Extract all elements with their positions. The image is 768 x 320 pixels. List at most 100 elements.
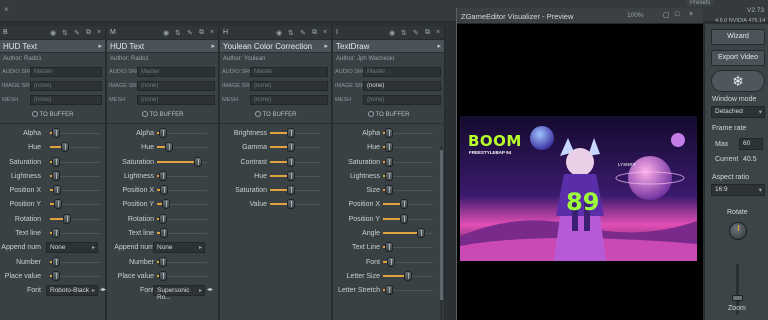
slider-handle[interactable] [159,270,167,281]
preview-zoom[interactable]: 100% [627,12,644,19]
close-icon[interactable]: × [689,11,693,18]
restore-icon[interactable]: ▢ [663,11,670,19]
image-src-select[interactable]: (none) [137,81,215,91]
slider-handle[interactable] [385,170,393,181]
zoom-slider-handle[interactable] [732,295,743,301]
channel-letter[interactable]: H [223,29,228,36]
slider-handle[interactable] [53,185,61,196]
clone-icon[interactable]: ⧉ [199,29,204,37]
slider-handle[interactable] [400,213,408,224]
slider-handle[interactable] [385,185,393,196]
wrench-icon[interactable]: ✎ [413,29,419,37]
preview-titlebar[interactable]: ZGameEditor Visualizer - Preview 100% ▢ … [457,8,703,24]
mesh-select[interactable]: (none) [137,95,215,105]
eye-icon[interactable]: ◉ [50,29,56,37]
slider-handle[interactable] [162,199,170,210]
clone-icon[interactable]: ⧉ [86,29,91,37]
slider-handle[interactable] [159,256,167,267]
slider-handle[interactable] [287,156,295,167]
to-buffer-button[interactable]: TO BUFFER [333,107,444,121]
slider-handle[interactable] [287,185,295,196]
clone-icon[interactable]: ⧉ [312,29,317,37]
slider-handle[interactable] [385,242,393,253]
slider-handle[interactable] [194,156,202,167]
export-video-button[interactable]: Export Video [711,50,765,66]
to-buffer-button[interactable]: TO BUFFER [220,107,331,121]
sort-icon[interactable]: ⇅ [175,29,181,37]
param-dropdown[interactable]: None ▸ [153,242,205,254]
to-buffer-button[interactable]: TO BUFFER [107,107,218,121]
slider-handle[interactable] [417,228,425,239]
slider-handle[interactable] [404,270,412,281]
slider-handle[interactable] [385,142,393,153]
param-dropdown[interactable]: Roboto-Black ▸ [46,285,98,297]
slider-handle[interactable] [52,170,60,181]
close-icon[interactable]: × [436,29,440,36]
close-icon[interactable]: × [210,29,214,36]
channel-letter[interactable]: B [3,29,8,36]
slider-handle[interactable] [165,142,173,153]
presets-button[interactable]: Presets [686,0,715,6]
eye-icon[interactable]: ◉ [163,29,169,37]
audio-src-select[interactable]: Master [363,67,441,77]
mesh-select[interactable]: (none) [363,95,441,105]
slider-handle[interactable] [160,228,168,239]
audio-src-select[interactable]: Master [137,67,215,77]
wrench-icon[interactable]: ✎ [74,29,80,37]
slider-handle[interactable] [385,156,393,167]
slider-handle[interactable] [385,128,393,138]
audio-src-select[interactable]: Master [30,67,102,77]
font-stepper-icon[interactable]: ◂▸ [207,286,213,293]
slider-handle[interactable] [52,270,60,281]
wrench-icon[interactable]: ✎ [187,29,193,37]
slider-handle[interactable] [63,213,71,224]
snowflake-icon[interactable]: ❄ [711,70,765,92]
audio-src-select[interactable]: Master [250,67,328,77]
slider-handle[interactable] [287,128,295,138]
wrench-icon[interactable]: ✎ [300,29,306,37]
channel-letter[interactable]: M [110,29,116,36]
slider-handle[interactable] [52,228,60,239]
param-dropdown[interactable]: None ▸ [46,242,98,254]
slider-handle[interactable] [159,170,167,181]
effect-selector[interactable]: HUD Text ▸ [0,40,105,53]
eye-icon[interactable]: ◉ [276,29,282,37]
slider-handle[interactable] [287,142,295,153]
slider-handle[interactable] [287,199,295,210]
sort-icon[interactable]: ⇅ [62,29,68,37]
slider-handle[interactable] [52,156,60,167]
scrollbar-thumb[interactable] [440,150,443,300]
sort-icon[interactable]: ⇅ [288,29,294,37]
eye-icon[interactable]: ◉ [389,29,395,37]
image-src-select[interactable]: (none) [250,81,328,91]
mesh-select[interactable]: (none) [250,95,328,105]
aspect-ratio-select[interactable]: 16:9 ▾ [711,184,765,196]
maximize-icon[interactable]: □ [675,11,679,18]
param-dropdown[interactable]: Supersonic Ro... ▸ [153,285,205,301]
image-src-select[interactable]: (none) [363,81,441,91]
wizard-button[interactable]: Wizard [711,29,765,45]
slider-handle[interactable] [387,256,395,267]
slider-handle[interactable] [52,256,60,267]
panel-scrollbar[interactable] [440,146,443,320]
slider-handle[interactable] [159,128,167,138]
clone-icon[interactable]: ⧉ [425,29,430,37]
slider-handle[interactable] [61,142,69,153]
slider-handle[interactable] [400,199,408,210]
image-src-select[interactable]: (none) [30,81,102,91]
close-icon[interactable]: × [4,5,9,14]
to-buffer-button[interactable]: TO BUFFER [0,107,105,121]
slider-handle[interactable] [385,285,393,296]
channel-letter[interactable]: I [336,29,338,36]
effect-selector[interactable]: TextDraw ▸ [333,40,444,53]
rotate-knob[interactable] [729,222,747,240]
slider-handle[interactable] [287,170,295,181]
window-mode-select[interactable]: Detached ▾ [711,106,765,118]
font-stepper-icon[interactable]: ◂▸ [100,286,106,293]
sort-icon[interactable]: ⇅ [401,29,407,37]
slider-handle[interactable] [160,185,168,196]
mesh-select[interactable]: (none) [30,95,102,105]
effect-selector[interactable]: Youlean Color Correction ▸ [220,40,331,53]
slider-handle[interactable] [159,213,167,224]
slider-handle[interactable] [52,128,60,138]
